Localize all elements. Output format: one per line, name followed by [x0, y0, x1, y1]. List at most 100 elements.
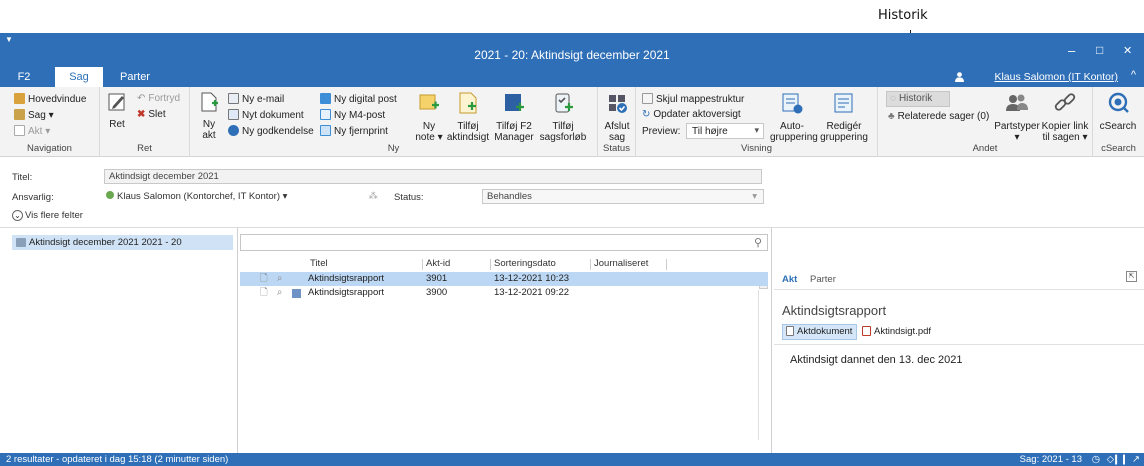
document-icon	[228, 109, 239, 120]
status-select[interactable]: Behandles ▾	[482, 189, 764, 204]
auto-group-icon	[782, 93, 803, 114]
grid-scrollbar[interactable]	[758, 290, 768, 440]
ny-godkendelse-button[interactable]: Ny godkendelse	[228, 125, 314, 138]
ny-akt-button[interactable]: Ny akt	[196, 91, 222, 141]
pane-splitter[interactable]	[771, 228, 772, 453]
ny-email-button[interactable]: Ny e-mail	[228, 93, 284, 106]
undo-icon: ↶	[137, 93, 146, 104]
vis-flere-felter-button[interactable]: ⌄ Vis flere felter	[12, 210, 83, 221]
refresh-icon: ↻	[642, 109, 651, 120]
titel-field[interactable]: Aktindsigt december 2021	[104, 169, 762, 184]
csearch-button[interactable]: cSearch	[1095, 91, 1141, 132]
opdater-aktoversigt-button[interactable]: ↻ Opdater aktoversigt	[642, 109, 741, 121]
case-folder-icon	[16, 238, 26, 247]
rediger-gruppering-button[interactable]: Redigér gruppering	[818, 91, 870, 143]
column-header-titel[interactable]: Titel	[310, 258, 328, 270]
tilfoej-sagsforloeb-button[interactable]: Tilføj sagsforløb	[538, 91, 588, 143]
ansvarlig-field[interactable]: Klaus Salomon (Kontorchef, IT Kontor) ▾ …	[106, 189, 378, 204]
sag-dropdown[interactable]: Sag ▾	[14, 109, 54, 122]
new-document-icon	[201, 92, 218, 112]
history-icon: ◌	[890, 93, 896, 104]
column-divider	[490, 259, 491, 270]
divider	[774, 289, 1144, 290]
note-icon	[419, 94, 439, 110]
ny-note-button[interactable]: Ny note ▾	[412, 91, 446, 143]
sagsforloeb-icon	[555, 93, 573, 113]
column-header-akt-id[interactable]: Akt-id	[426, 258, 450, 270]
group-ny: Ny akt Ny e-mail Nyt dokument Ny godkend…	[190, 87, 598, 157]
case-number: Sag: 2021 - 13	[1019, 454, 1082, 465]
skjul-mappestruktur-button[interactable]: Skjul mappestruktur	[642, 93, 744, 106]
user-link[interactable]: Klaus Salomon (IT Kontor)	[994, 67, 1118, 87]
ribbon-tabbar: F2 Sag Parter Klaus Salomon (IT Kontor) …	[0, 67, 1144, 87]
ny-digital-post-button[interactable]: Ny digital post	[320, 93, 397, 106]
nyt-dokument-button[interactable]: Nyt dokument	[228, 109, 304, 122]
ny-fjernprint-button[interactable]: Ny fjernprint	[320, 125, 388, 138]
tab-sag[interactable]: Sag	[55, 67, 103, 87]
group-label-status: Status	[603, 143, 630, 154]
group-status: Afslut sag Status	[598, 87, 636, 157]
pdf-icon	[862, 326, 871, 336]
search-icon[interactable]: ⚲	[754, 236, 762, 249]
auto-gruppering-button[interactable]: Auto- gruppering	[770, 91, 818, 143]
tilfoej-f2-manager-button[interactable]: Tilføj F2 Manager	[492, 91, 536, 143]
status-bar: 2 resultater - opdateret i dag 15:18 (2 …	[0, 453, 1144, 466]
attachment-tab[interactable]: Aktindsigt.pdf	[862, 325, 931, 339]
email-icon	[228, 93, 239, 104]
akt-dropdown[interactable]: Akt ▾	[14, 125, 50, 138]
preview-tab-akt[interactable]: Akt	[782, 274, 797, 285]
folder-icon	[14, 109, 25, 120]
tab-parter[interactable]: Parter	[114, 67, 156, 87]
tilfoej-aktindsigt-button[interactable]: Tilføj aktindsigt	[446, 91, 490, 143]
pause-icon[interactable]: ❙❙	[1112, 453, 1128, 466]
ret-button[interactable]: Ret	[106, 91, 128, 130]
attachment-icon: ⌕	[277, 287, 283, 298]
group-label-csearch: cSearch	[1101, 143, 1136, 154]
ny-m4-post-button[interactable]: Ny M4-post	[320, 109, 385, 122]
fortryd-button[interactable]: ↶ Fortryd	[137, 93, 180, 105]
hovedvindue-button[interactable]: Hovedvindue	[14, 93, 86, 106]
user-icon	[955, 72, 964, 82]
aktdokument-tab[interactable]: Aktdokument	[782, 324, 858, 340]
m4-post-icon	[320, 109, 331, 120]
column-header-journaliseret[interactable]: Journaliseret	[594, 258, 648, 270]
timer-icon[interactable]: ◷	[1092, 453, 1100, 466]
minimize-button[interactable]: ‒	[1068, 43, 1075, 58]
related-cases-icon: ♣	[888, 111, 895, 122]
expand-icon: ⌄	[12, 210, 23, 221]
attachment-icon: ⌕	[277, 273, 283, 284]
group-label-navigation: Navigation	[27, 143, 72, 154]
partstyper-button[interactable]: Partstyper ▾	[994, 91, 1040, 143]
slet-button[interactable]: ✖ Slet	[137, 109, 166, 121]
group-andet: ◌ Historik ♣ Relaterede sager (0) Partstyp…	[878, 87, 1093, 157]
maximize-button[interactable]: □	[1096, 43, 1103, 57]
window-menu-icon[interactable]: ▼	[5, 35, 13, 44]
preview-tab-parter[interactable]: Parter	[810, 274, 836, 285]
document-icon: 🗋	[260, 273, 268, 284]
group-visning: Skjul mappestruktur ↻ Opdater aktoversigt…	[636, 87, 878, 157]
group-label-ret: Ret	[137, 143, 152, 154]
status-label: Status:	[394, 192, 424, 203]
close-button[interactable]: ✕	[1123, 44, 1132, 57]
tab-f2[interactable]: F2	[10, 67, 38, 87]
share-icon[interactable]: ↗	[1132, 453, 1140, 466]
document-icon: 🗋	[260, 287, 268, 298]
pane-splitter[interactable]	[237, 228, 238, 453]
people-picker-icon[interactable]: ⁂	[369, 189, 379, 204]
table-row[interactable]: 🗋 ⌕ Aktindsigtsrapport 3900 13-12-2021 0…	[240, 286, 768, 300]
case-fields: Titel: Aktindsigt december 2021 Ansvarli…	[0, 158, 1144, 228]
popout-icon[interactable]: ⇱	[1126, 271, 1137, 282]
aktindsigt-icon	[459, 92, 477, 114]
search-input[interactable]: ⚲	[240, 234, 768, 251]
table-row[interactable]: 🗋 ⌕ Aktindsigtsrapport 3901 13-12-2021 1…	[240, 272, 768, 286]
group-label-andet: Andet	[972, 143, 998, 154]
preview-select[interactable]: Til højre ▾	[686, 123, 764, 139]
afslut-sag-button[interactable]: Afslut sag	[600, 91, 634, 143]
column-header-sorteringsdato[interactable]: Sorteringsdato	[494, 258, 556, 270]
status-text: 2 resultater - opdateret i dag 15:18 (2 …	[6, 454, 229, 465]
historik-button[interactable]: ◌ Historik	[886, 91, 950, 107]
kopier-link-button[interactable]: Kopier link til sagen ▾	[1040, 91, 1090, 143]
collapse-ribbon-icon[interactable]: ^	[1131, 69, 1136, 81]
folder-tree-item[interactable]: Aktindsigt december 2021 2021 - 20	[12, 235, 233, 250]
relaterede-sager-button[interactable]: ♣ Relaterede sager (0)	[888, 111, 989, 123]
